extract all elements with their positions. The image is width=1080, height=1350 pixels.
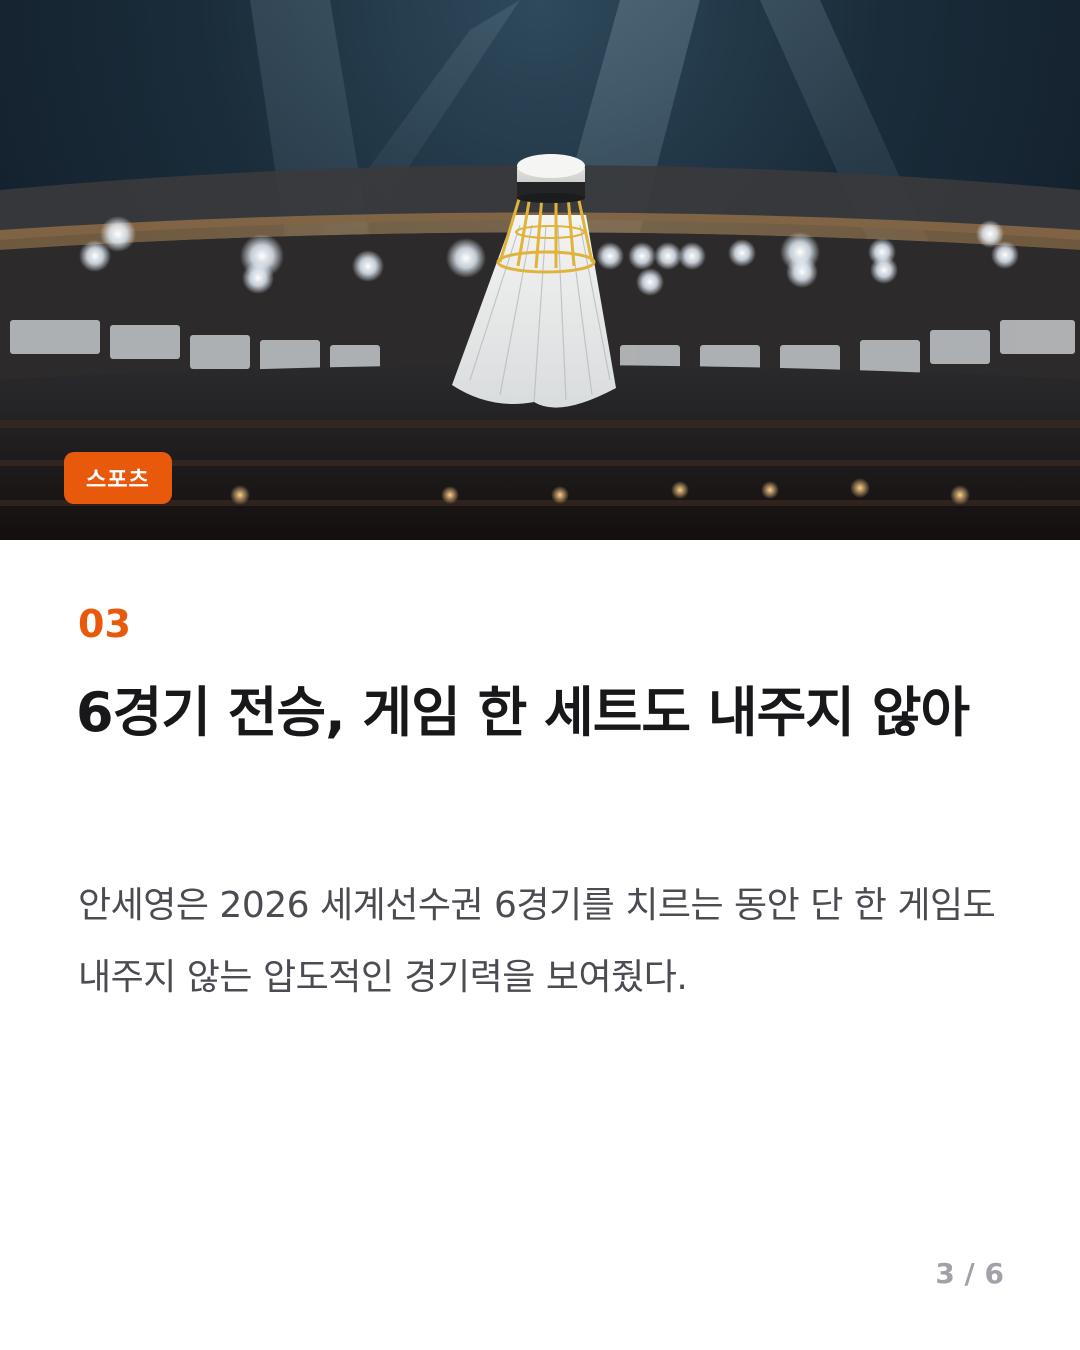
article-body: 안세영은 2026 세계선수권 6경기를 치르는 동안 단 한 게임도 내주지 …: [78, 885, 996, 998]
page-indicator: 3 / 6: [935, 1257, 1004, 1290]
hero-image: 스포츠: [0, 0, 1080, 540]
news-card: 스포츠 03 6경기 전승, 게임 한 세트도 내주지 않아 안세영은 2026…: [0, 0, 1080, 1350]
category-badge: 스포츠: [64, 452, 172, 504]
article-number: 03: [78, 602, 131, 646]
article-headline: 6경기 전승, 게임 한 세트도 내주지 않아: [76, 681, 970, 744]
